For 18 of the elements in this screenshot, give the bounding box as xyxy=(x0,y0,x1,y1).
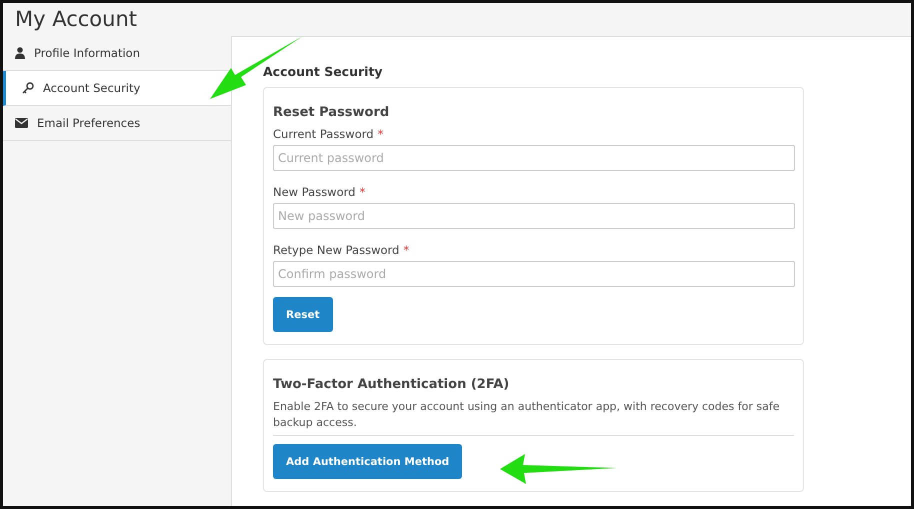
envelope-icon xyxy=(15,118,28,128)
description-text: Enable 2FA to secure your account using an authenticator app, with recovery codes for safe backup access. xyxy=(273,399,794,436)
field-label: Retype New Password * xyxy=(273,243,410,257)
field-label: New Password * xyxy=(273,185,366,199)
sidebar-item[interactable]: Account Security xyxy=(3,71,232,106)
password-field[interactable]: New password xyxy=(273,203,795,229)
field-label: Current Password * xyxy=(273,127,384,141)
sidebar-item[interactable]: Email Preferences xyxy=(3,106,231,141)
add-method-button[interactable]: Add Authentication Method xyxy=(273,444,462,479)
reset-button[interactable]: Reset xyxy=(273,297,333,332)
page-title: My Account xyxy=(14,6,138,33)
user-icon xyxy=(15,47,25,59)
card-title: Reset Password xyxy=(273,105,390,120)
section-title: Account Security xyxy=(263,64,383,79)
key-icon xyxy=(22,82,34,94)
card-title: Two-Factor Authentication (2FA) xyxy=(273,377,510,392)
password-field[interactable]: Confirm password xyxy=(273,261,795,287)
password-field[interactable]: Current password xyxy=(273,145,795,171)
